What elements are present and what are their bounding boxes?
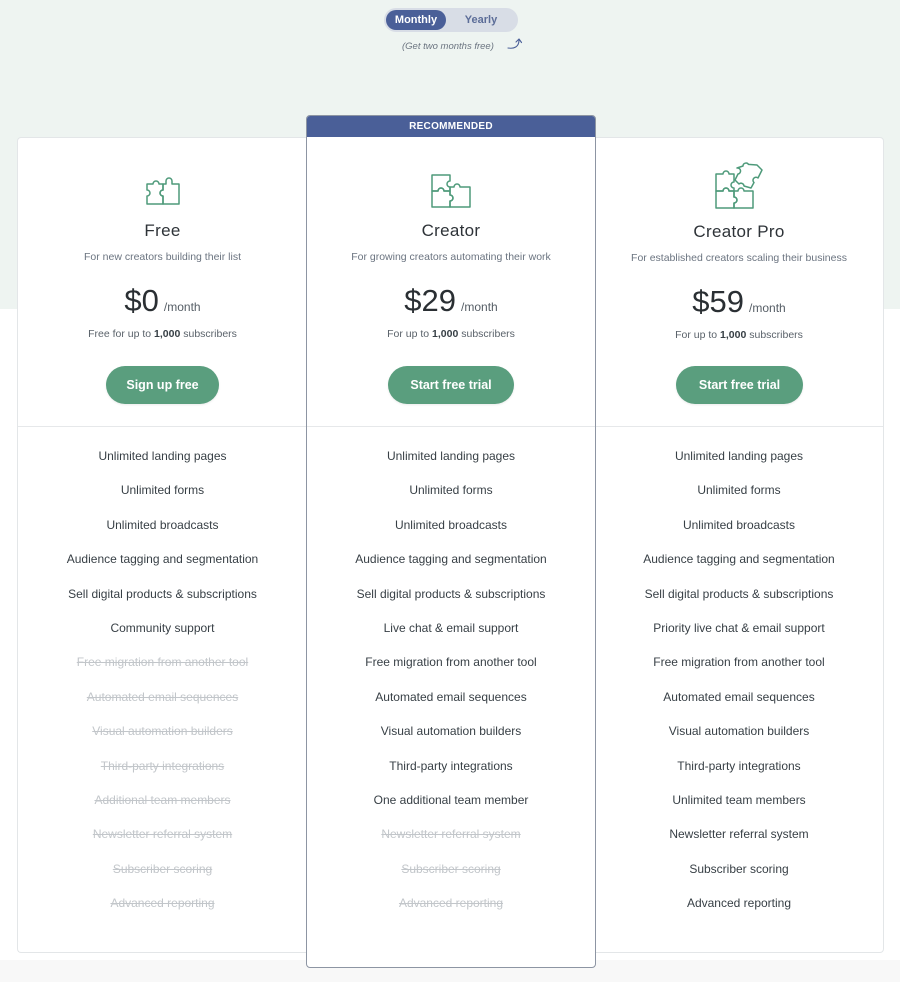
recommended-badge: RECOMMENDED — [307, 116, 595, 137]
feature-item: Priority live chat & email support — [653, 621, 825, 635]
feature-item: Unlimited landing pages — [386, 449, 516, 463]
subscriber-limit: For up to 1,000 subscribers — [387, 328, 515, 340]
puzzle-three-pieces-icon — [431, 174, 471, 208]
feature-item: Third-party integrations — [100, 758, 225, 773]
plan-card-free: Free For new creators building their lis… — [17, 137, 307, 953]
price-period: /month — [163, 300, 201, 314]
feature-item: Unlimited broadcasts — [682, 517, 796, 532]
subscriber-limit: Free for up to 1,000 subscribers — [88, 328, 237, 340]
toggle-monthly[interactable]: Monthly — [386, 10, 446, 30]
feature-item: Automated email sequences — [375, 689, 527, 704]
plan-description: For new creators building their list — [84, 251, 241, 263]
feature-item: Free migration from another tool — [76, 655, 249, 670]
yearly-promo-text: (Get two months free) — [402, 41, 494, 52]
price-period: /month — [461, 300, 498, 314]
feature-item: Sell digital products & subscriptions — [356, 586, 546, 601]
plan-header: Creator For growing creators automating … — [307, 137, 595, 427]
feature-item: Audience tagging and segmentation — [66, 552, 259, 567]
feature-item: Third-party integrations — [677, 758, 801, 773]
subscriber-limit: For up to 1,000 subscribers — [675, 329, 803, 341]
feature-item: Newsletter referral system — [381, 827, 521, 842]
start-free-trial-button[interactable]: Start free trial — [676, 366, 803, 404]
puzzle-two-pieces-icon — [145, 177, 180, 205]
plan-price: $59 /month — [595, 284, 883, 320]
feature-item: Advanced reporting — [686, 896, 792, 911]
feature-item: Unlimited team members — [672, 793, 806, 807]
plan-description: For established creators scaling their b… — [631, 252, 847, 264]
price-amount: $0 — [124, 283, 159, 318]
plan-name: Creator — [421, 221, 481, 240]
feature-item: Free migration from another tool — [365, 655, 537, 670]
plan-price: $29 /month — [307, 283, 595, 319]
feature-item: Sell digital products & subscriptions — [644, 586, 834, 601]
plan-price: $0 /month — [18, 283, 307, 319]
feature-item: Unlimited landing pages — [674, 449, 804, 463]
puzzle-four-pieces-icon — [715, 162, 763, 209]
feature-item: Additional team members — [94, 793, 231, 807]
plan-card-creator-pro: Creator Pro For established creators sca… — [595, 137, 884, 953]
plan-card-creator: RECOMMENDED Creator For growing creators… — [306, 115, 596, 968]
feature-item: Live chat & email support — [383, 621, 519, 635]
feature-item: Sell digital products & subscriptions — [68, 586, 257, 601]
plan-header: Free For new creators building their lis… — [18, 138, 307, 427]
feature-item: Unlimited landing pages — [98, 449, 227, 463]
feature-item: Unlimited forms — [120, 483, 205, 498]
toggle-yearly[interactable]: Yearly — [448, 10, 514, 30]
plan-header: Creator Pro For established creators sca… — [595, 138, 883, 427]
feature-item: Automated email sequences — [663, 689, 815, 704]
feature-item: Unlimited broadcasts — [394, 517, 508, 532]
plan-description: For growing creators automating their wo… — [351, 251, 551, 263]
billing-period-toggle[interactable]: Monthly Yearly — [384, 8, 518, 32]
feature-item: Unlimited broadcasts — [106, 517, 219, 532]
feature-item: Advanced reporting — [110, 896, 215, 911]
feature-item: Advanced reporting — [398, 896, 504, 911]
feature-item: Unlimited forms — [409, 483, 493, 498]
plan-name: Creator Pro — [693, 222, 785, 241]
plan-name: Free — [144, 221, 181, 240]
curved-arrow-icon — [507, 38, 523, 49]
feature-item: One additional team member — [373, 793, 529, 807]
feature-item: Third-party integrations — [389, 758, 513, 773]
feature-item: Audience tagging and segmentation — [643, 552, 835, 567]
price-amount: $29 — [404, 283, 457, 318]
feature-item: Community support — [110, 621, 215, 635]
feature-item: Newsletter referral system — [92, 827, 233, 842]
feature-item: Visual automation builders — [380, 724, 522, 739]
feature-item: Free migration from another tool — [653, 655, 825, 670]
price-period: /month — [749, 301, 786, 315]
feature-item: Subscriber scoring — [112, 861, 213, 876]
feature-item: Audience tagging and segmentation — [355, 552, 547, 567]
start-free-trial-button[interactable]: Start free trial — [388, 366, 514, 404]
sign-up-free-button[interactable]: Sign up free — [106, 366, 219, 404]
feature-item: Subscriber scoring — [689, 861, 789, 876]
feature-item: Subscriber scoring — [401, 861, 501, 876]
feature-item: Visual automation builders — [92, 724, 233, 739]
feature-item: Automated email sequences — [86, 689, 239, 704]
feature-item: Newsletter referral system — [669, 827, 809, 842]
feature-item: Visual automation builders — [668, 724, 810, 739]
feature-item: Unlimited forms — [697, 483, 781, 498]
price-amount: $59 — [692, 284, 745, 319]
